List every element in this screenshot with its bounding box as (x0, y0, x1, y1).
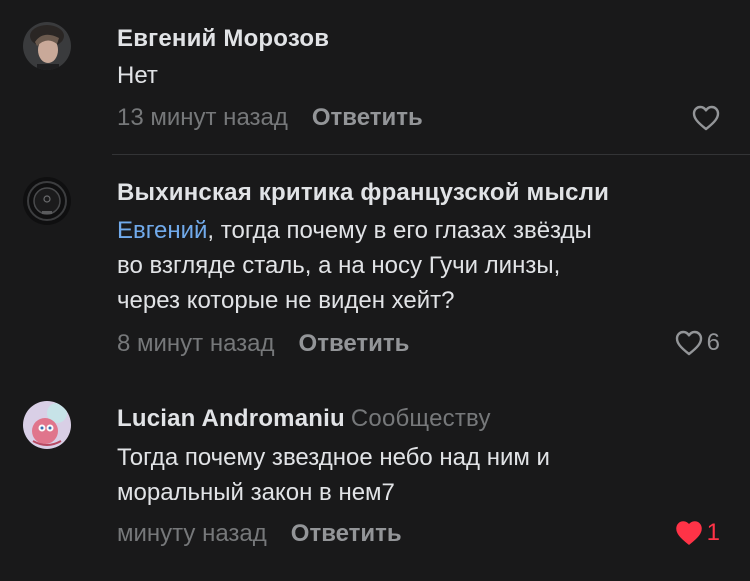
like-button[interactable] (692, 103, 720, 133)
comment-time: 8 минут назад (117, 330, 275, 357)
comment-item: Lucian Andromaniu Сообществу Тогда почему… (0, 381, 750, 581)
comment-author[interactable]: Выхинская критика французской мысли (117, 179, 609, 207)
reply-button[interactable]: Ответить (291, 520, 402, 547)
like-count: 1 (706, 519, 720, 546)
comment-text: Тогда почему звездное небо над ним и мор… (117, 440, 727, 510)
comment-item: Евгений Морозов Нет 13 минут назад Ответи… (0, 0, 750, 154)
comment-time: 13 минут назад (117, 104, 288, 131)
heart-filled-icon (675, 521, 702, 545)
like-count: 6 (706, 329, 720, 356)
avatar-illustration (23, 401, 71, 449)
heart-outline-icon (675, 330, 702, 356)
avatar-photo (23, 22, 71, 70)
reply-button[interactable]: Ответить (312, 104, 423, 131)
like-button[interactable]: 6 (675, 328, 720, 358)
avatar[interactable] (23, 22, 71, 70)
comment-text: Нет (117, 62, 158, 89)
comment-text-line: через которые не виден хейт? (117, 287, 455, 314)
comment-text-line: Тогда почему звездное небо над ним и (117, 444, 550, 471)
avatar[interactable] (23, 401, 71, 449)
comment-text-line: моральный закон в нем7 (117, 479, 395, 506)
comment-text: Евгений, тогда почему в его глазах звёзд… (117, 213, 727, 318)
comment-author-name[interactable]: Lucian Andromaniu (117, 405, 345, 432)
comment-time: минуту назад (117, 520, 267, 547)
reply-button[interactable]: Ответить (299, 330, 410, 357)
comment-meta: 13 минут назад Ответить (117, 104, 423, 132)
comment-meta: минуту назад Ответить (117, 520, 402, 548)
comment-text-line: во взгляде сталь, а на носу Гучи линзы, (117, 252, 561, 279)
comments-list: Евгений Морозов Нет 13 минут назад Ответи… (0, 0, 750, 581)
mention-link[interactable]: Евгений (117, 217, 207, 244)
comment-text-line: , тогда почему в его глазах звёзды (207, 217, 592, 244)
like-button[interactable]: 1 (675, 518, 720, 548)
heart-outline-icon (692, 105, 720, 131)
comment-author-suffix: Сообществу (350, 405, 491, 432)
avatar-logo (23, 177, 71, 225)
comment-item: Выхинская критика французской мысли Евге… (0, 155, 750, 380)
avatar[interactable] (23, 177, 71, 225)
comment-author: Lucian Andromaniu Сообществу (117, 405, 491, 433)
comment-author[interactable]: Евгений Морозов (117, 25, 329, 53)
comment-meta: 8 минут назад Ответить (117, 330, 409, 358)
